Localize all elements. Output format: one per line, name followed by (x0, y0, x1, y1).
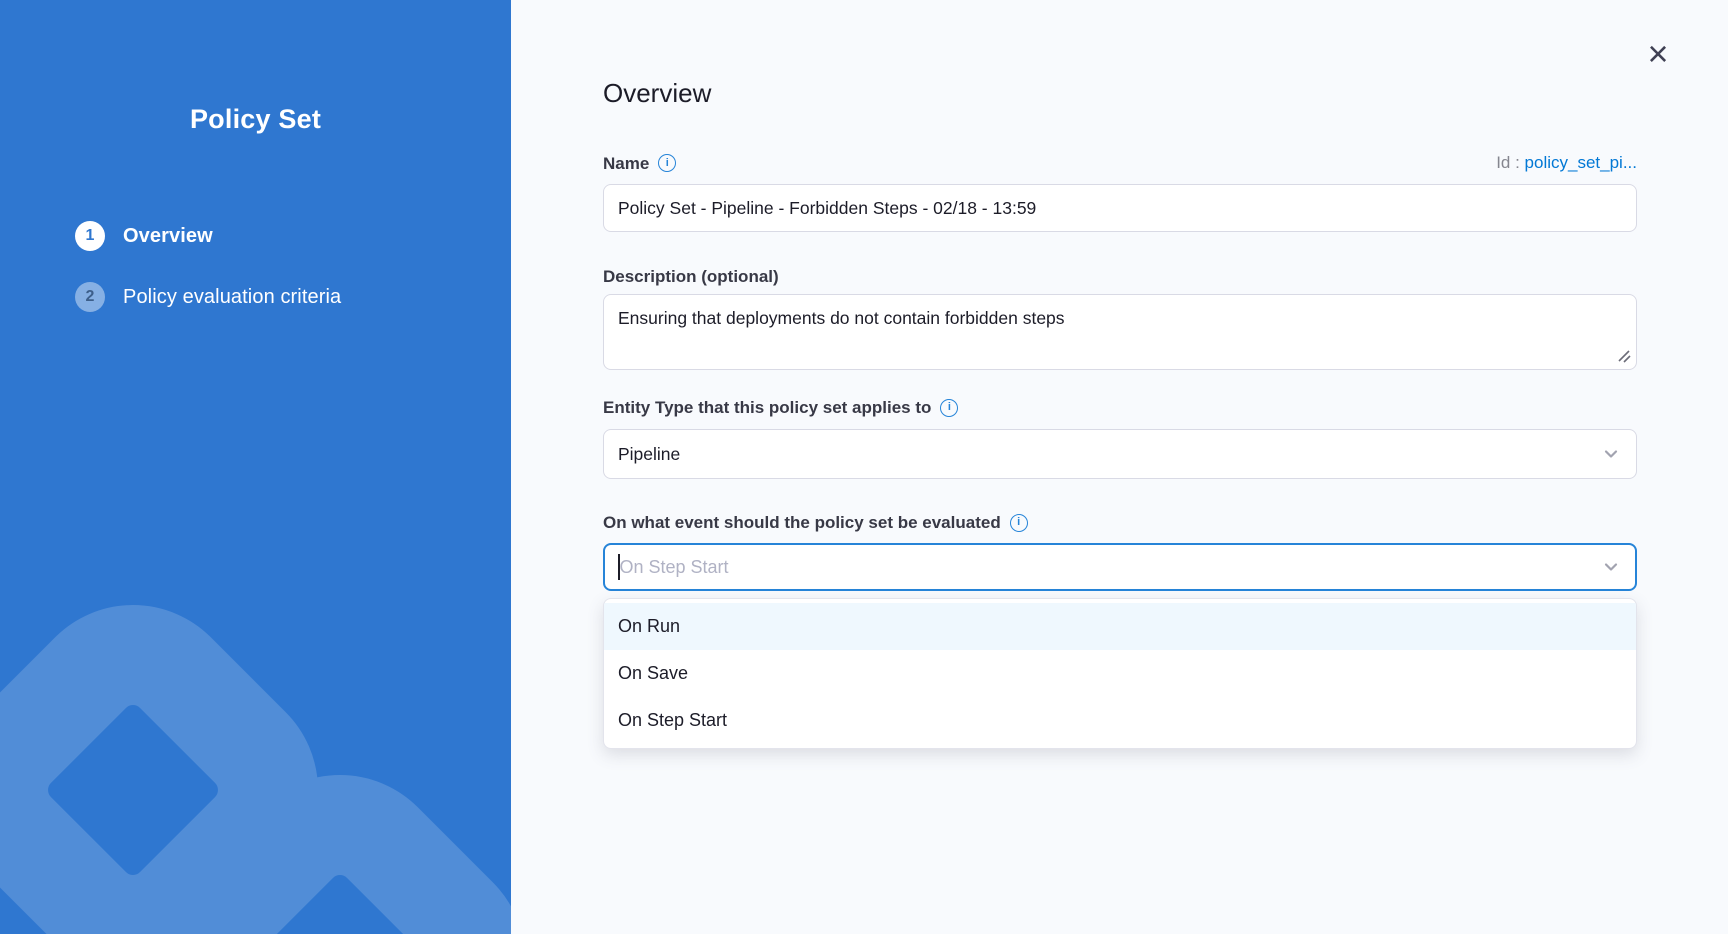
name-info-icon[interactable]: i (658, 154, 676, 172)
option-on-save[interactable]: On Save (604, 650, 1636, 697)
step-2-badge: 2 (75, 282, 105, 312)
wizard-sidebar: Policy Set 1 Overview 2 Policy evaluatio… (0, 0, 511, 934)
name-label-row: Name i Id : policy_set_pi... (603, 152, 1637, 174)
harness-logo-watermark (0, 0, 511, 934)
wizard-step-overview[interactable]: 1 Overview (75, 221, 341, 251)
name-input[interactable] (603, 184, 1637, 232)
step-1-badge: 1 (75, 221, 105, 251)
description-textarea[interactable]: Ensuring that deployments do not contain… (603, 294, 1637, 370)
wizard-step-policy-evaluation-criteria[interactable]: 2 Policy evaluation criteria (75, 282, 341, 312)
policy-set-wizard-modal: Policy Set 1 Overview 2 Policy evaluatio… (0, 0, 1728, 934)
step-1-label: Overview (123, 225, 213, 248)
policy-set-id: Id : policy_set_pi... (1496, 153, 1637, 173)
event-options-menu: On Run On Save On Step Start (603, 598, 1637, 749)
close-button[interactable]: × (1638, 34, 1678, 74)
entity-type-value: Pipeline (618, 444, 680, 465)
entity-type-select[interactable]: Pipeline (603, 429, 1637, 479)
wizard-title: Policy Set (0, 104, 511, 135)
option-on-run[interactable]: On Run (604, 603, 1636, 650)
resize-handle-icon[interactable] (1616, 348, 1632, 364)
description-label: Description (optional) (603, 266, 1637, 287)
event-label: On what event should the policy set be e… (603, 512, 1637, 533)
chevron-down-icon (1602, 558, 1620, 576)
option-on-step-start[interactable]: On Step Start (604, 697, 1636, 744)
close-icon: × (1647, 33, 1668, 74)
name-label: Name i (603, 153, 676, 174)
description-field: Ensuring that deployments do not contain… (603, 294, 1637, 370)
id-label: Id : (1496, 153, 1520, 172)
overview-panel: × Overview Name i Id : policy_set_pi... … (511, 0, 1728, 934)
id-link[interactable]: policy_set_pi... (1525, 153, 1637, 172)
entity-type-info-icon[interactable]: i (940, 399, 958, 417)
event-select-input[interactable]: On Step Start (603, 543, 1637, 591)
chevron-down-icon (1602, 445, 1620, 463)
panel-heading: Overview (603, 77, 1637, 109)
wizard-steps: 1 Overview 2 Policy evaluation criteria (75, 221, 341, 343)
entity-type-label: Entity Type that this policy set applies… (603, 397, 1637, 418)
event-placeholder: On Step Start (620, 557, 729, 578)
step-2-label: Policy evaluation criteria (123, 286, 341, 309)
event-info-icon[interactable]: i (1010, 514, 1028, 532)
